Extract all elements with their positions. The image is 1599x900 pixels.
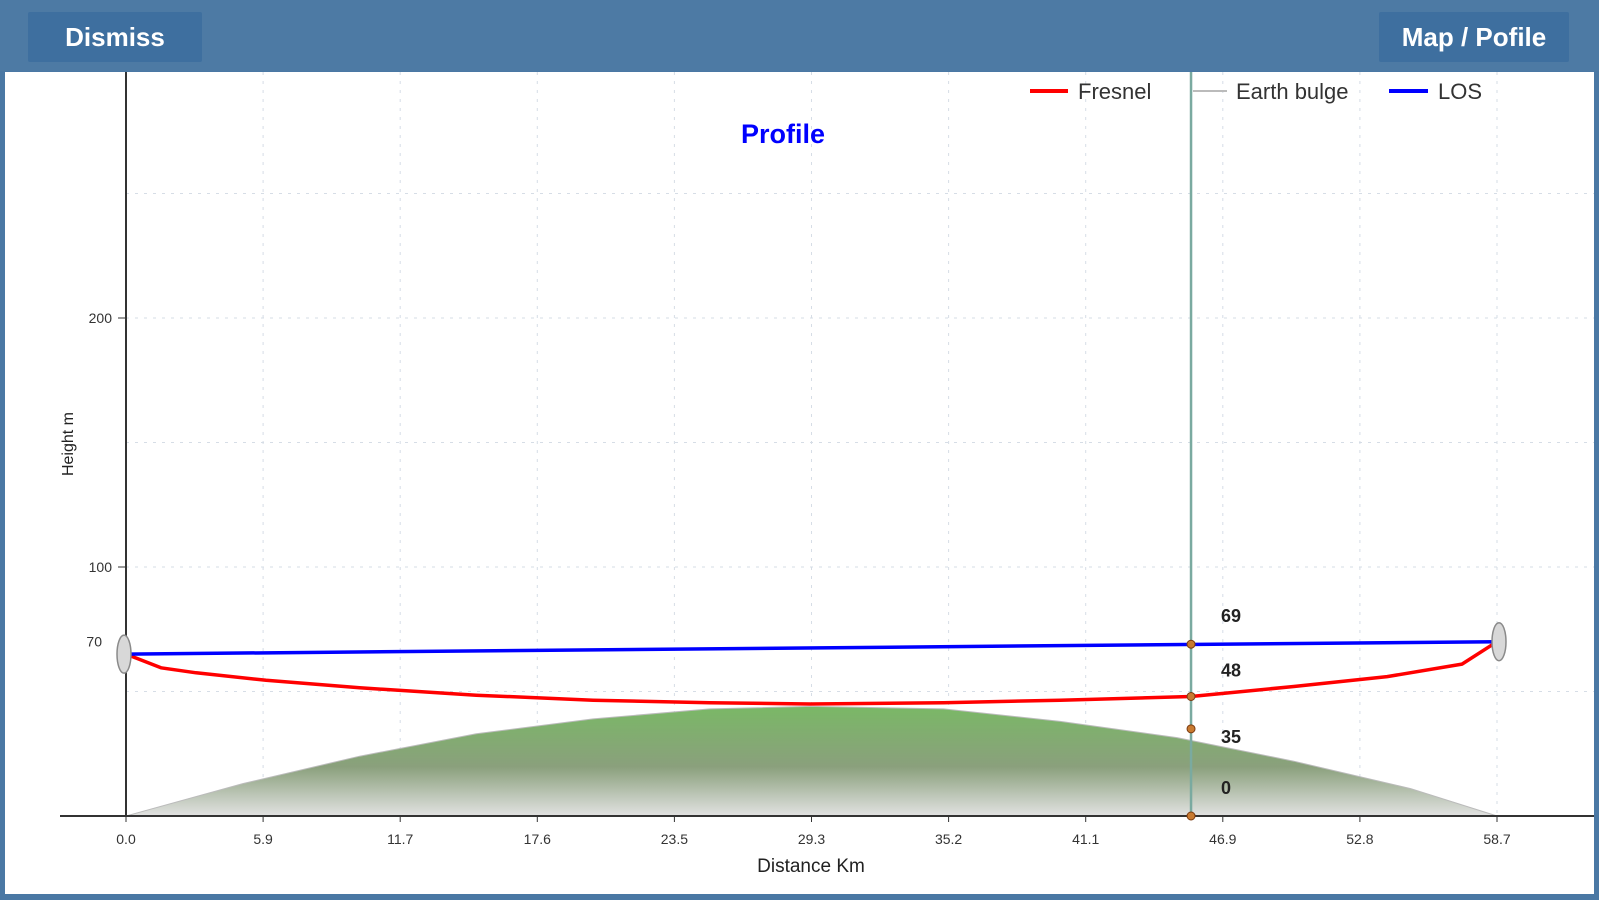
- cursor-value-label: 69: [1221, 606, 1241, 626]
- legend: Fresnel Earth bulge LOS: [1030, 79, 1482, 104]
- cursor-value-label: 48: [1221, 660, 1241, 680]
- x-tick-label: 17.6: [524, 831, 551, 847]
- top-toolbar: Dismiss Map / Pofile: [0, 0, 1599, 71]
- x-tick-label: 52.8: [1346, 831, 1373, 847]
- y-tick-label: 70: [86, 634, 102, 650]
- x-tick-label: 0.0: [116, 831, 136, 847]
- cursor[interactable]: 69 48 35 0: [1186, 72, 1241, 821]
- legend-label-fresnel: Fresnel: [1078, 79, 1151, 104]
- x-tick-label: 23.5: [661, 831, 688, 847]
- x-axis-label: Distance Km: [757, 856, 865, 877]
- y-tick-label: 200: [89, 310, 113, 326]
- cursor-marker: [1186, 724, 1196, 734]
- antenna-start-icon: [116, 634, 132, 674]
- los-line: [125, 639, 1498, 656]
- chart-title: Profile: [741, 119, 825, 149]
- antenna-end-icon: [1491, 621, 1507, 662]
- y-axis-label: Height m: [60, 412, 77, 476]
- dismiss-button[interactable]: Dismiss: [28, 12, 202, 62]
- legend-label-earth-bulge: Earth bulge: [1236, 79, 1349, 104]
- y-tick-label: 100: [89, 559, 113, 575]
- cursor-marker: [1186, 639, 1196, 649]
- cursor-marker: [1186, 811, 1196, 821]
- x-tick-label: 41.1: [1072, 831, 1099, 847]
- cursor-value-label: 0: [1221, 778, 1231, 798]
- x-tick-label: 46.9: [1209, 831, 1236, 847]
- x-tick-label: 11.7: [387, 831, 413, 847]
- earth-bulge-area: [125, 705, 1498, 817]
- cursor-value-label: 35: [1221, 727, 1241, 747]
- profile-chart-panel: 0.0 5.9 11.7 17.6 23.5 29.3 35.2 41.1 46.9 52.8 58…: [5, 68, 1594, 894]
- legend-label-los: LOS: [1438, 79, 1482, 104]
- profile-chart[interactable]: 0.0 5.9 11.7 17.6 23.5 29.3 35.2 41.1 46.9 52.8 58…: [5, 68, 1594, 894]
- x-tick-label: 35.2: [935, 831, 962, 847]
- x-tick-label: 29.3: [798, 831, 825, 847]
- earth-bulge-fill: [125, 705, 1498, 817]
- map-profile-button[interactable]: Map / Pofile: [1379, 12, 1569, 62]
- x-tick-label: 5.9: [253, 831, 273, 847]
- x-tick-label: 58.7: [1483, 831, 1510, 847]
- cursor-marker: [1186, 691, 1196, 701]
